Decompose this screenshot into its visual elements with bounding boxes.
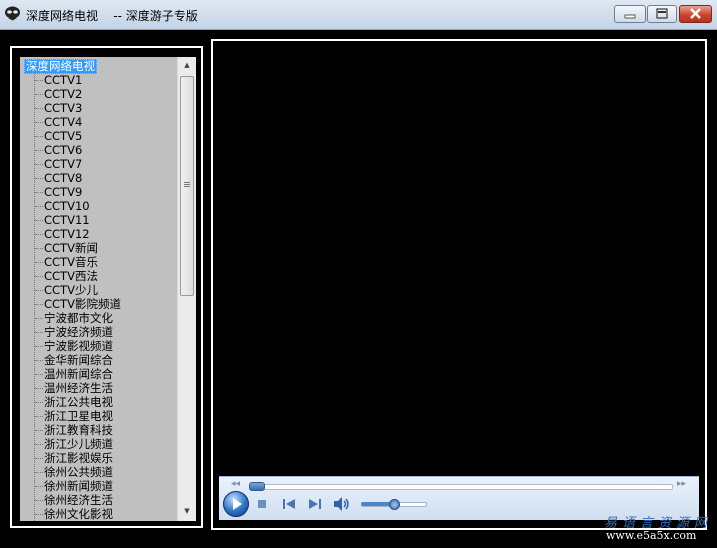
grip-line xyxy=(184,182,190,183)
channel-item[interactable]: CCTV5 xyxy=(44,129,82,143)
minimize-button[interactable] xyxy=(614,5,646,23)
stop-icon[interactable] xyxy=(257,499,267,509)
grip-line xyxy=(184,184,190,185)
channel-item[interactable]: 宁波影视频道 xyxy=(44,339,113,353)
channel-item[interactable]: 浙江卫星电视 xyxy=(44,409,113,423)
tree-branch-line xyxy=(35,318,43,319)
next-track-icon[interactable] xyxy=(309,499,321,509)
watermark: 易语言资源网 www.e5a5x.com xyxy=(600,512,712,544)
tree-branch-line xyxy=(35,122,43,123)
channel-item[interactable]: CCTV少儿 xyxy=(44,283,98,297)
channel-item[interactable]: 浙江影视娱乐 xyxy=(44,451,113,465)
tree-guide-line xyxy=(34,72,35,521)
tree-branch-line xyxy=(35,444,43,445)
tree-branch-line xyxy=(35,486,43,487)
tree-branch-line xyxy=(35,416,43,417)
channel-item[interactable]: 浙江教育科技 xyxy=(44,423,113,437)
channel-item[interactable]: 宁波经济频道 xyxy=(44,325,113,339)
tree-branch-line xyxy=(35,234,43,235)
tree-scrollbar[interactable]: ▲ ▼ xyxy=(177,57,196,521)
alien-app-icon xyxy=(5,6,20,21)
tree-branch-line xyxy=(35,346,43,347)
tree-branch-line xyxy=(35,290,43,291)
seek-bar[interactable] xyxy=(249,484,673,490)
tree-branch-line xyxy=(35,430,43,431)
window-title: 深度网络电视 -- 深度游子专版 xyxy=(26,9,198,23)
watermark-url: www.e5a5x.com xyxy=(606,529,697,542)
close-icon xyxy=(690,8,701,19)
channel-item[interactable]: CCTV7 xyxy=(44,157,82,171)
channel-item[interactable]: 金华新闻综合 xyxy=(44,353,113,367)
channel-item[interactable]: CCTV9 xyxy=(44,185,82,199)
tree-branch-line xyxy=(35,472,43,473)
tree-branch-line xyxy=(35,332,43,333)
tree-branch-line xyxy=(35,514,43,515)
grip-line xyxy=(184,186,190,187)
tree-branch-line xyxy=(35,458,43,459)
channel-item[interactable]: CCTV6 xyxy=(44,143,82,157)
seek-thumb[interactable] xyxy=(249,482,265,491)
tree-branch-line xyxy=(35,108,43,109)
title-bar: 深度网络电视 -- 深度游子专版 xyxy=(0,0,717,30)
channel-item[interactable]: 徐州公共频道 xyxy=(44,465,113,479)
scroll-down-arrow-icon[interactable]: ▼ xyxy=(178,503,196,520)
channel-item[interactable]: CCTV1 xyxy=(44,73,82,87)
channel-item[interactable]: CCTV4 xyxy=(44,115,82,129)
channel-item[interactable]: CCTV影院频道 xyxy=(44,297,121,311)
tree-branch-line xyxy=(35,192,43,193)
play-button[interactable] xyxy=(223,491,249,517)
channel-item[interactable]: CCTV西法 xyxy=(44,269,98,283)
volume-icon[interactable] xyxy=(334,497,350,511)
minimize-icon xyxy=(624,14,636,19)
tree-branch-line xyxy=(35,164,43,165)
channel-item[interactable]: CCTV音乐 xyxy=(44,255,98,269)
tree-branch-line xyxy=(35,276,43,277)
tree-branch-line xyxy=(35,262,43,263)
tree-branch-line xyxy=(35,248,43,249)
tree-branch-line xyxy=(35,220,43,221)
previous-track-icon[interactable] xyxy=(283,499,295,509)
channel-item[interactable]: 徐州新闻频道 xyxy=(44,479,113,493)
tree-branch-line xyxy=(35,94,43,95)
channel-item[interactable]: 温州新闻综合 xyxy=(44,367,113,381)
volume-thumb[interactable] xyxy=(389,499,400,510)
tree-branch-line xyxy=(35,304,43,305)
channel-item[interactable]: CCTV2 xyxy=(44,87,82,101)
scrollbar-thumb[interactable] xyxy=(180,76,194,296)
channel-item[interactable]: CCTV3 xyxy=(44,101,82,115)
channel-item[interactable]: CCTV新闻 xyxy=(44,241,98,255)
rewind-small-icon[interactable]: ◂◂ xyxy=(231,479,240,489)
channel-item[interactable]: 宁波都市文化 xyxy=(44,311,113,325)
tree-branch-line xyxy=(35,150,43,151)
channel-item[interactable]: CCTV12 xyxy=(44,227,90,241)
scroll-up-arrow-icon[interactable]: ▲ xyxy=(178,57,196,74)
channel-item[interactable]: 徐州文化影视 xyxy=(44,507,113,521)
channel-item[interactable]: CCTV10 xyxy=(44,199,90,213)
tree-branch-line xyxy=(35,206,43,207)
channel-item[interactable]: 浙江公共电视 xyxy=(44,395,113,409)
tree-content: 深度网络电视 CCTV1 CCTV2 CCTV3 CCTV4 CCTV5 CCTV6 CCT… xyxy=(20,57,177,521)
channel-item[interactable]: 浙江少儿频道 xyxy=(44,437,113,451)
channel-item[interactable]: 温州经济生活 xyxy=(44,381,113,395)
close-button[interactable] xyxy=(679,5,712,23)
video-display[interactable] xyxy=(211,39,707,530)
restore-icon xyxy=(656,8,668,19)
tree-branch-line xyxy=(35,136,43,137)
maximize-button[interactable] xyxy=(647,5,677,23)
channel-item[interactable]: 徐州经济生活 xyxy=(44,493,113,507)
channel-item[interactable]: CCTV8 xyxy=(44,171,82,185)
play-icon xyxy=(233,498,242,510)
tree-branch-line xyxy=(35,374,43,375)
tree-branch-line xyxy=(35,388,43,389)
forward-small-icon[interactable]: ▸▸ xyxy=(677,479,686,489)
tree-branch-line xyxy=(35,402,43,403)
tree-branch-line xyxy=(35,178,43,179)
tree-branch-line xyxy=(35,80,43,81)
channel-item[interactable]: CCTV11 xyxy=(44,213,90,227)
tree-branch-line xyxy=(35,500,43,501)
channel-tree[interactable]: 深度网络电视 CCTV1 CCTV2 CCTV3 CCTV4 CCTV5 CCTV6 CCT… xyxy=(20,57,196,521)
tree-branch-line xyxy=(35,360,43,361)
